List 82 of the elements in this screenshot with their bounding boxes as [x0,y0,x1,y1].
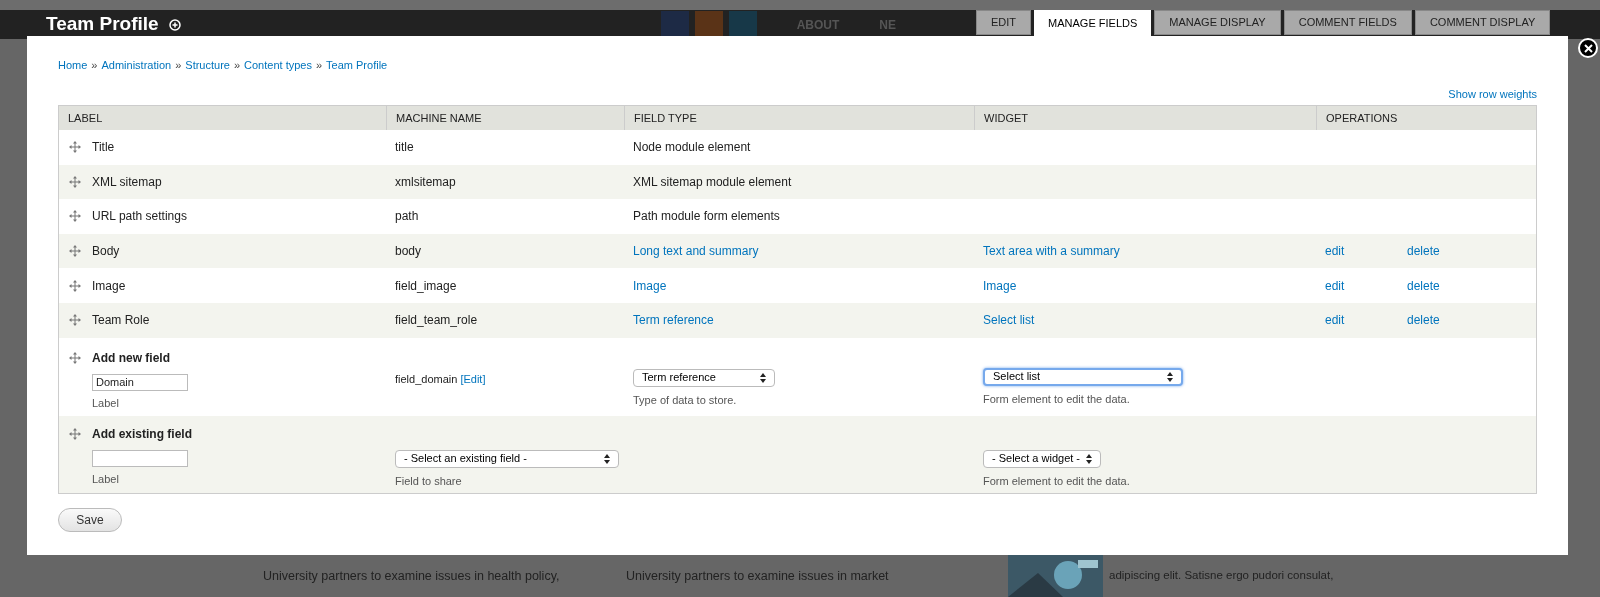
section-title: Add existing field [92,425,192,443]
table-cell-text: path [394,208,420,226]
drag-handle-icon[interactable] [69,141,81,154]
tab[interactable]: MANAGE FIELDS [1034,10,1152,36]
social-icon[interactable] [660,10,689,39]
drag-handle-icon[interactable] [69,427,81,440]
edit-link[interactable]: [Edit] [460,372,486,385]
tab[interactable]: COMMENT FIELDS [1283,10,1412,35]
show-row-weights-link[interactable]: Show row weights [1448,85,1537,102]
field-hint: Field to share [395,473,463,489]
updown-caret-icon [760,372,766,383]
widget-link[interactable]: Image [983,278,1017,293]
breadcrumb-link[interactable]: Content types [244,57,312,74]
body-text: University partners to examine issues in health policy, [263,568,561,585]
breadcrumb-separator: » [175,58,182,73]
drag-handle-icon[interactable] [69,279,81,292]
field-label: URL path settings [92,208,187,226]
field-label: Team Role [92,312,150,330]
field-hint: Label [92,471,120,487]
body-text: University partners to examine issues in market [626,568,890,585]
select-field[interactable]: Select list [983,367,1183,386]
table-cell-text: field_image [394,277,458,295]
field-label: Image [92,277,126,295]
field-label: Title [92,139,115,157]
label-input[interactable] [92,449,188,467]
field-type-link[interactable]: Image [624,276,974,295]
widget-link[interactable]: Text area with a summary [983,244,1120,259]
breadcrumb-separator: » [233,58,241,73]
breadcrumb-link[interactable]: Administration [101,57,172,74]
select-field[interactable]: - Select a widget - [983,449,1101,468]
social-icon[interactable] [728,10,757,39]
operation-link[interactable]: delete [1407,242,1489,261]
table-cell-text: field_team_role [394,312,479,330]
widget-link[interactable]: Select list [983,313,1035,328]
operation-link[interactable]: edit [1325,242,1407,261]
field-type-link[interactable]: Long text and summary [624,242,974,261]
table-cell-text: xmlsitemap [394,173,457,191]
tab[interactable]: MANAGE DISPLAY [1154,10,1281,35]
add-icon[interactable] [168,18,181,31]
field-hint: Label [92,395,120,411]
tab[interactable]: COMMENT DISPLAY [1414,10,1551,35]
drag-handle-icon[interactable] [69,351,81,364]
breadcrumb-link[interactable]: Team Profile [326,57,388,74]
label-input[interactable]: Domain [92,373,188,391]
rss-icon[interactable] [694,10,723,39]
machine-name: field_domain [395,372,458,385]
table-cell-text: title [394,139,415,157]
section-title: Add new field [92,349,170,367]
table-cell-text: body [394,243,423,261]
breadcrumb-link[interactable]: Home [58,57,88,74]
tab[interactable]: EDIT [976,10,1032,35]
select-field[interactable]: - Select an existing field - [395,449,619,468]
select-field[interactable]: Term reference [633,368,775,387]
drag-handle-icon[interactable] [69,314,81,327]
updown-caret-icon [1167,371,1173,382]
updown-caret-icon [604,453,610,464]
table-cell-text: XML sitemap module element [632,173,793,191]
breadcrumb-separator: » [315,58,323,73]
table-cell-text: Node module element [632,139,752,157]
field-hint: Form element to edit the data. [983,391,1131,407]
table-cell-text: Path module form elements [632,208,781,226]
field-hint: Form element to edit the data. [983,473,1131,489]
field-label: XML sitemap [92,173,162,191]
breadcrumb-separator: » [91,58,98,73]
close-icon [1583,43,1593,53]
operation-link[interactable]: edit [1325,311,1407,330]
site-title: Team Profile [46,12,159,37]
close-button[interactable] [1578,38,1598,58]
body-text: adipiscing elit. Satisne ergo pudori consulat, [1109,568,1334,583]
field-type-link[interactable]: Term reference [624,311,974,330]
operation-link[interactable]: delete [1407,276,1489,295]
drag-handle-icon[interactable] [69,245,81,258]
drag-handle-icon[interactable] [69,210,81,223]
field-label: Body [92,243,120,261]
drag-handle-icon[interactable] [69,175,81,188]
breadcrumb-link[interactable]: Structure [185,57,230,74]
field-hint: Type of data to store. [633,392,738,408]
operation-link[interactable]: edit [1325,276,1407,295]
operation-link[interactable]: delete [1407,311,1489,330]
save-button[interactable]: Save [58,507,122,532]
column-header: LABEL [67,110,104,126]
updown-caret-icon [1086,453,1092,464]
